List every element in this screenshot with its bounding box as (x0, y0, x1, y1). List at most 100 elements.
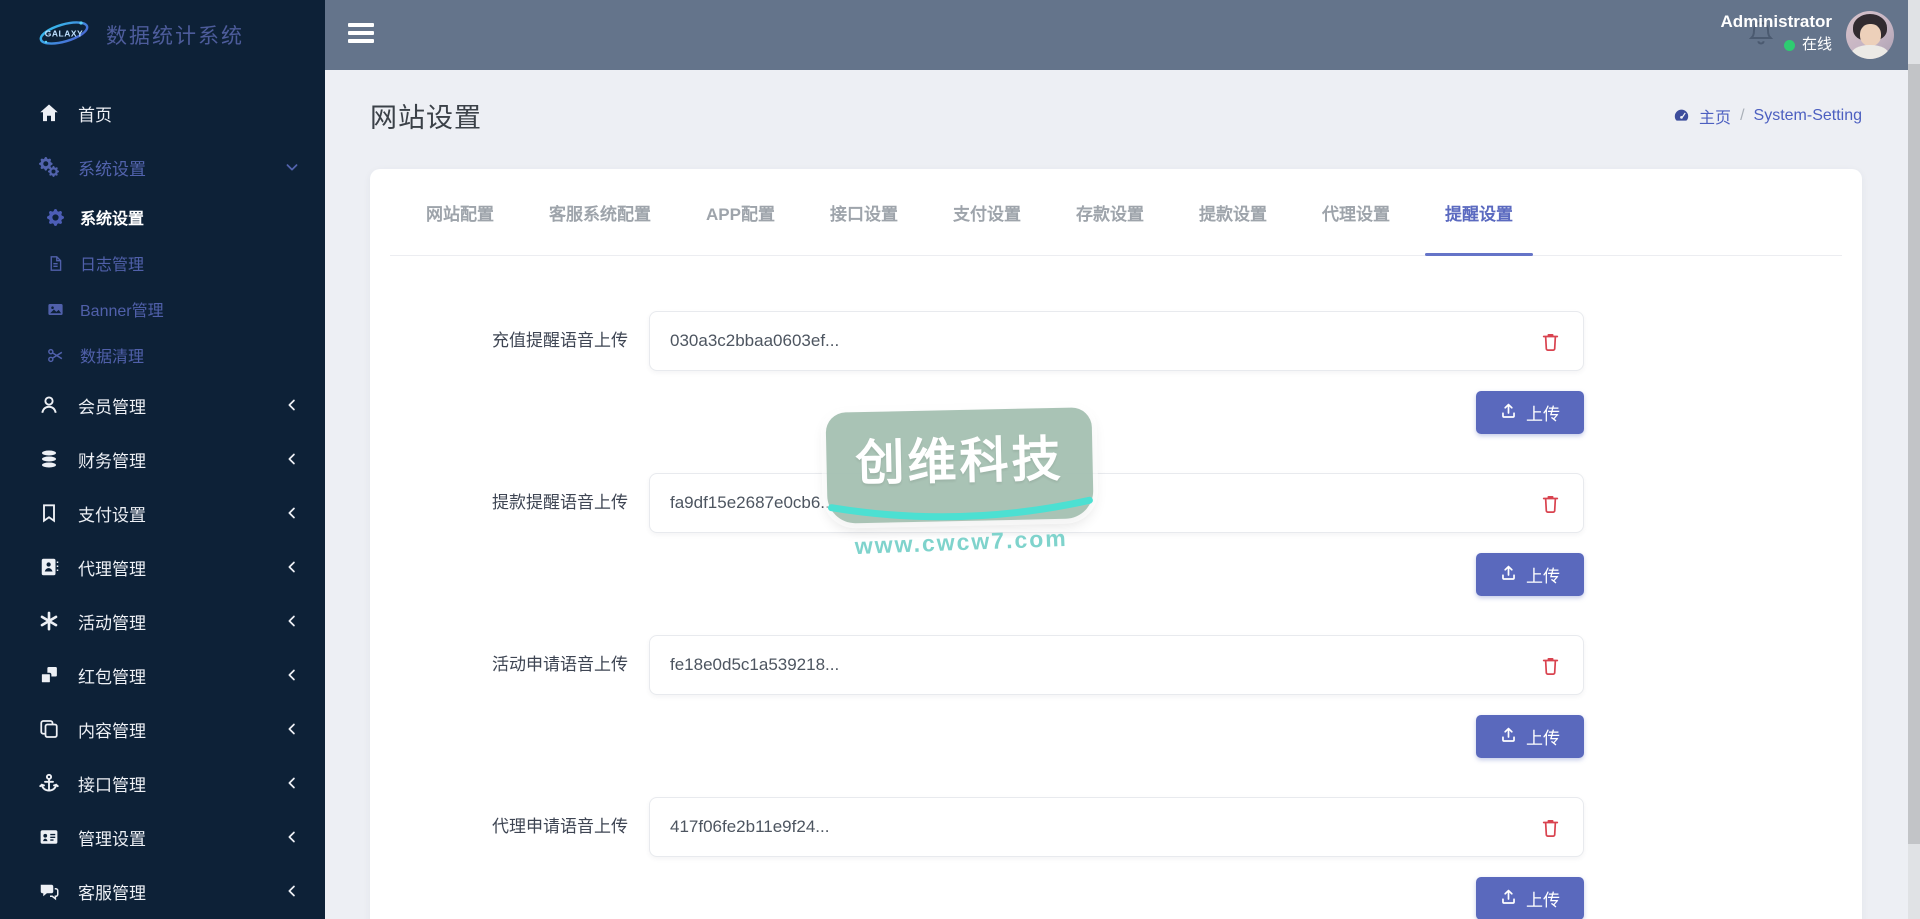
sidebar-item-label: 会员管理 (78, 397, 146, 417)
sidebar-item[interactable]: Banner管理 (0, 286, 325, 332)
sidebar-item[interactable]: 数据清理 (0, 332, 325, 378)
sidebar-item[interactable]: 支付设置 (0, 486, 325, 540)
chevron-left-icon (285, 884, 299, 898)
tab-item[interactable]: 网站配置 (426, 169, 494, 255)
delete-icon[interactable] (1537, 814, 1563, 840)
app-title: 数据统计系统 (106, 25, 244, 48)
upload-button[interactable]: 上传 (1476, 715, 1584, 758)
sidebar-item[interactable]: 系统设置 (0, 194, 325, 240)
chevron-left-icon (285, 452, 299, 466)
sidebar-item-label: 数据清理 (80, 349, 145, 366)
sidebar-item-label: 内容管理 (78, 721, 146, 741)
sidebar-item[interactable]: 活动管理 (0, 594, 325, 648)
upload-button-label: 上传 (1526, 891, 1560, 910)
delete-icon[interactable] (1537, 328, 1563, 354)
tabs-bar: 网站配置 客服系统配置 APP配置 接口设置 支付设置 存款设置 提款设置 代理设置 提醒设置 (390, 169, 1842, 256)
upload-row: 上传 (649, 877, 1584, 919)
sidebar-item-label: 接口管理 (78, 775, 146, 795)
upload-row: 上传 (649, 553, 1584, 596)
file-value: fa9df15e2687e0cb6... (670, 493, 835, 512)
sidebar-item-label: 管理设置 (78, 829, 146, 849)
sidebar: GALAXY 数据统计系统 首页 系统设置 系统设置 日志管理 Banner管理 数据清理… (0, 0, 325, 919)
sidebar-item[interactable]: 首页 (0, 86, 325, 140)
sidebar-item-label: 客服管理 (78, 883, 146, 903)
user-name: Administrator (1720, 12, 1832, 31)
file-value: fe18e0d5c1a539218... (670, 655, 840, 674)
sidebar-item[interactable]: 财务管理 (0, 432, 325, 486)
chevron-left-icon (285, 398, 299, 412)
topbar: Administrator 在线 (325, 0, 1920, 70)
file-value: 417f06fe2b11e9f24... (670, 817, 830, 836)
chevron-left-icon (285, 614, 299, 628)
file-value-input[interactable]: fa9df15e2687e0cb6... (649, 473, 1584, 533)
scrollbar-thumb[interactable] (1908, 64, 1920, 844)
tab-item[interactable]: 代理设置 (1322, 169, 1390, 255)
upload-button-label: 上传 (1526, 729, 1560, 748)
user-icon (38, 394, 60, 416)
sidebar-item[interactable]: 客服管理 (0, 864, 325, 918)
dashboard-icon (1673, 107, 1690, 124)
sidebar-item[interactable]: 代理管理 (0, 540, 325, 594)
tab-item[interactable]: 客服系统配置 (549, 169, 651, 255)
sidebar-item[interactable]: 系统设置 (0, 140, 325, 194)
copy-icon (38, 718, 60, 740)
delete-icon[interactable] (1537, 652, 1563, 678)
gear-icon (46, 206, 64, 228)
file-value-input[interactable]: 417f06fe2b11e9f24... (649, 797, 1584, 857)
upload-button[interactable]: 上传 (1476, 553, 1584, 596)
sidebar-item[interactable]: 接口管理 (0, 756, 325, 810)
sidebar-item[interactable]: 内容管理 (0, 702, 325, 756)
upload-icon (1500, 888, 1517, 910)
user-status: 在线 (1721, 34, 1832, 56)
sidebar-item[interactable]: 管理设置 (0, 810, 325, 864)
breadcrumb-separator: / (1740, 106, 1745, 124)
file-value-input[interactable]: 030a3c2bbaa0603ef... (649, 311, 1584, 371)
tab-item[interactable]: 接口设置 (830, 169, 898, 255)
sidebar-item-label: 系统设置 (78, 159, 146, 179)
chevron-left-icon (285, 722, 299, 736)
sidebar-nav: 首页 系统设置 系统设置 日志管理 Banner管理 数据清理 会员管理 财务管理 支付设置 代理… (0, 70, 325, 918)
file-value: 030a3c2bbaa0603ef... (670, 331, 840, 350)
tab-item[interactable]: APP配置 (706, 169, 775, 255)
user-menu[interactable]: Administrator 在线 (1721, 10, 1832, 56)
delete-icon[interactable] (1537, 490, 1563, 516)
sidebar-item[interactable]: 日志管理 (0, 240, 325, 286)
sidebar-item-label: 活动管理 (78, 613, 146, 633)
tab-item[interactable]: 支付设置 (953, 169, 1021, 255)
page-scrollbar (1908, 0, 1920, 919)
tab-item[interactable]: 存款设置 (1076, 169, 1144, 255)
log-file-icon (46, 252, 64, 274)
tab-item[interactable]: 提醒设置 (1424, 169, 1533, 256)
hamburger-menu-icon[interactable] (348, 21, 374, 49)
field-column: 417f06fe2b11e9f24... 上传 (649, 797, 1584, 919)
upload-button[interactable]: 上传 (1476, 391, 1584, 434)
chevron-left-icon (285, 560, 299, 574)
chevron-down-icon (285, 160, 299, 174)
upload-row: 上传 (649, 715, 1584, 758)
database-icon (38, 448, 60, 470)
chevron-left-icon (285, 830, 299, 844)
upload-row: 上传 (649, 391, 1584, 434)
avatar[interactable] (1846, 11, 1894, 59)
breadcrumb-current: System-Setting (1753, 106, 1862, 124)
settings-card: 网站配置 客服系统配置 APP配置 接口设置 支付设置 存款设置 提款设置 代理设置 提醒设置 … (370, 169, 1862, 919)
sidebar-item-label: 首页 (78, 105, 112, 125)
logo-text: GALAXY (45, 28, 83, 38)
upload-icon (1500, 726, 1517, 748)
upload-icon (1500, 564, 1517, 586)
breadcrumb-home-link[interactable]: 主页 (1699, 104, 1731, 128)
field-column: fa9df15e2687e0cb6... 上传 (649, 473, 1584, 596)
upload-icon (1500, 402, 1517, 424)
page-title: 网站设置 (370, 103, 482, 133)
scissors-icon (46, 344, 64, 366)
upload-button[interactable]: 上传 (1476, 877, 1584, 919)
comments-icon (38, 880, 60, 902)
tab-item[interactable]: 提款设置 (1199, 169, 1267, 255)
sidebar-item-label: 支付设置 (78, 505, 146, 525)
file-value-input[interactable]: fe18e0d5c1a539218... (649, 635, 1584, 695)
sidebar-item[interactable]: 红包管理 (0, 648, 325, 702)
form-row: 活动申请语音上传 fe18e0d5c1a539218... 上传 (370, 635, 1862, 758)
sidebar-item-label: 红包管理 (78, 667, 146, 687)
sidebar-item[interactable]: 会员管理 (0, 378, 325, 432)
sidebar-item-label: Banner管理 (80, 303, 164, 320)
